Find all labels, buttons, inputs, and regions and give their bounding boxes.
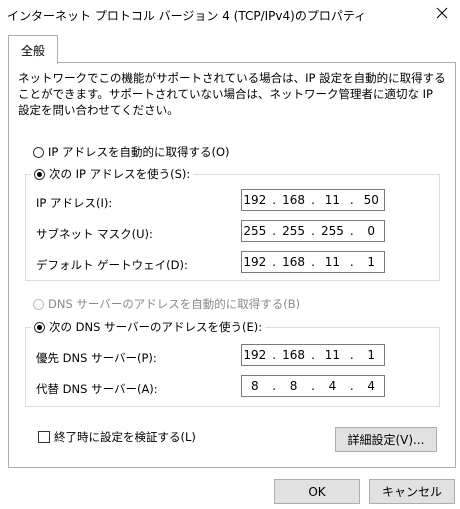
- octet: 1: [367, 255, 376, 269]
- octet: 168: [282, 193, 306, 207]
- octet: 255: [243, 224, 267, 238]
- validate-option[interactable]: 終了時に設定を検証する(L): [38, 429, 196, 445]
- octet: 11: [324, 193, 341, 207]
- dns-manual-radio[interactable]: [34, 321, 45, 333]
- ip-manual-label: 次の IP アドレスを使う(S):: [49, 167, 191, 181]
- window-title: インターネット プロトコル バージョン 4 (TCP/IPv4)のプロパティ: [7, 9, 367, 23]
- dns-manual-label: 次の DNS サーバーのアドレスを使う(E):: [49, 320, 263, 334]
- ip-manual-radio[interactable]: [34, 168, 45, 180]
- ip-auto-label: IP アドレスを自動的に取得する(O): [48, 145, 230, 159]
- close-button[interactable]: [424, 0, 460, 28]
- ip-address-label: IP アドレス(I):: [36, 196, 113, 210]
- ok-button[interactable]: OK: [274, 479, 360, 504]
- preferred-dns-label: 優先 DNS サーバー(P):: [36, 351, 157, 365]
- octet: 0: [367, 224, 376, 238]
- description-text: ネットワークでこの機能がサポートされている場合は、IP 設定を自動的に取得するこ…: [18, 71, 446, 117]
- dns-auto-label: DNS サーバーのアドレスを自動的に取得する(B): [48, 297, 301, 311]
- ip-manual-option[interactable]: 次の IP アドレスを使う(S):: [31, 166, 194, 182]
- octet: 4: [328, 379, 337, 393]
- octet: 8: [289, 379, 298, 393]
- ip-address-input[interactable]: 192. 168. 11. 50: [241, 189, 385, 211]
- preferred-dns-input[interactable]: 192. 168. 11. 1: [241, 344, 385, 366]
- octet: 4: [367, 379, 376, 393]
- alternate-dns-input[interactable]: 8. 8. 4. 4: [241, 375, 385, 397]
- octet: 1: [367, 348, 376, 362]
- octet: 168: [282, 255, 306, 269]
- default-gateway-label: デフォルト ゲートウェイ(D):: [36, 258, 188, 272]
- octet: 50: [363, 193, 379, 207]
- subnet-mask-input[interactable]: 255. 255. 255. 0: [241, 220, 385, 242]
- octet: 11: [324, 348, 341, 362]
- cancel-button[interactable]: キャンセル: [369, 479, 455, 504]
- octet: 255: [282, 224, 306, 238]
- close-icon: [436, 7, 448, 22]
- octet: 8: [250, 379, 259, 393]
- dns-manual-option[interactable]: 次の DNS サーバーのアドレスを使う(E):: [31, 319, 266, 335]
- dns-auto-option[interactable]: DNS サーバーのアドレスを自動的に取得する(B): [33, 296, 300, 312]
- octet: 192: [243, 193, 267, 207]
- default-gateway-input[interactable]: 192. 168. 11. 1: [241, 251, 385, 273]
- subnet-mask-label: サブネット マスク(U):: [36, 227, 153, 241]
- validate-checkbox[interactable]: [38, 431, 50, 443]
- validate-label: 終了時に設定を検証する(L): [54, 430, 196, 444]
- octet: 11: [324, 255, 341, 269]
- dns-auto-radio[interactable]: [33, 298, 44, 310]
- octet: 255: [320, 224, 344, 238]
- octet: 168: [282, 348, 306, 362]
- advanced-button[interactable]: 詳細設定(V)...: [335, 427, 437, 452]
- ip-auto-option[interactable]: IP アドレスを自動的に取得する(O): [33, 144, 230, 160]
- octet: 192: [243, 255, 267, 269]
- ip-auto-radio[interactable]: [33, 146, 44, 158]
- tab-general[interactable]: 全般: [8, 35, 58, 64]
- alternate-dns-label: 代替 DNS サーバー(A):: [36, 382, 158, 396]
- octet: 192: [243, 348, 267, 362]
